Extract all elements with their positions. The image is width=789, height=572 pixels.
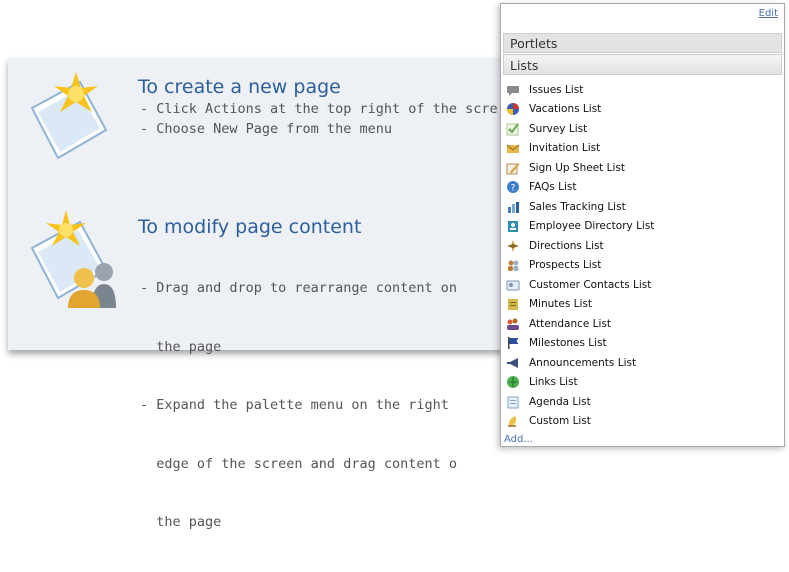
list-item[interactable]: Agenda List bbox=[506, 392, 654, 412]
list-item[interactable]: Attendance List bbox=[506, 314, 654, 334]
list-item-label: Vacations List bbox=[529, 103, 602, 116]
list-item[interactable]: Custom List bbox=[506, 412, 654, 432]
compass-icon bbox=[506, 239, 520, 253]
chart-icon bbox=[506, 200, 520, 214]
palette-panel: Edit Portlets Lists Issues List Vacations… bbox=[500, 3, 785, 447]
modify-step: the page bbox=[140, 338, 222, 355]
list-item[interactable]: Sign Up Sheet List bbox=[506, 158, 654, 178]
list-item[interactable]: Survey List bbox=[506, 119, 654, 139]
flag-icon bbox=[506, 336, 520, 350]
create-step: - Click Actions at the top right of the … bbox=[140, 101, 498, 117]
list-item-label: Customer Contacts List bbox=[529, 278, 652, 291]
list-item-label: Survey List bbox=[529, 122, 588, 135]
lists-header[interactable]: Lists bbox=[503, 54, 782, 75]
list-item-label: Prospects List bbox=[529, 259, 602, 272]
list-item-label: Minutes List bbox=[529, 298, 593, 311]
create-page-steps: - Click Actions at the top right of the … bbox=[140, 100, 498, 139]
create-step: - Choose New Page from the menu bbox=[140, 120, 392, 137]
list-item-label: Issues List bbox=[529, 83, 584, 96]
list-item[interactable]: Invitation List bbox=[506, 139, 654, 159]
lists-list: Issues List Vacations List Survey List Invi… bbox=[506, 80, 654, 431]
list-item[interactable]: Prospects List bbox=[506, 256, 654, 276]
list-item[interactable]: Issues List bbox=[506, 80, 654, 100]
list-item-label: Employee Directory List bbox=[529, 220, 655, 233]
list-item[interactable]: Vacations List bbox=[506, 100, 654, 120]
pencil-sheet-icon bbox=[506, 161, 520, 175]
megaphone-icon bbox=[506, 356, 520, 370]
envelope-icon bbox=[506, 141, 520, 155]
agenda-icon bbox=[506, 395, 520, 409]
beach-ball-icon bbox=[506, 102, 520, 116]
modify-step: - Drag and drop to rearrange content on bbox=[140, 280, 457, 296]
new-page-icon bbox=[18, 68, 118, 168]
list-item-label: Announcements List bbox=[529, 356, 637, 369]
modify-step: - Expand the palette menu on the right bbox=[140, 397, 449, 413]
list-item-label: FAQs List bbox=[529, 181, 577, 194]
list-item[interactable]: Minutes List bbox=[506, 295, 654, 315]
question-globe-icon: ? bbox=[506, 180, 520, 194]
speech-bubble-icon bbox=[506, 83, 520, 97]
list-item-label: Agenda List bbox=[529, 395, 591, 408]
list-item-label: Invitation List bbox=[529, 142, 601, 155]
modify-page-title: To modify page content bbox=[138, 216, 362, 238]
edit-link[interactable]: Edit bbox=[759, 8, 778, 19]
modify-content-icon bbox=[18, 208, 118, 308]
notepad-icon bbox=[506, 297, 520, 311]
list-item[interactable]: Links List bbox=[506, 373, 654, 393]
link-globe-icon bbox=[506, 375, 520, 389]
contact-card-icon bbox=[506, 278, 520, 292]
add-link[interactable]: Add... bbox=[504, 434, 533, 445]
list-item[interactable]: ? FAQs List bbox=[506, 178, 654, 198]
directory-icon bbox=[506, 219, 520, 233]
list-item[interactable]: Milestones List bbox=[506, 334, 654, 354]
list-item[interactable]: Sales Tracking List bbox=[506, 197, 654, 217]
custom-list-icon bbox=[506, 414, 520, 428]
modify-step: the page bbox=[140, 514, 222, 530]
modify-page-steps: - Drag and drop to rearrange content on … bbox=[140, 240, 457, 572]
create-page-title: To create a new page bbox=[138, 76, 341, 98]
list-item-label: Attendance List bbox=[529, 317, 612, 330]
list-item-label: Milestones List bbox=[529, 337, 607, 350]
checkmark-icon bbox=[506, 122, 520, 136]
svg-text:?: ? bbox=[511, 184, 516, 194]
list-item-label: Sales Tracking List bbox=[529, 200, 626, 213]
portlets-header[interactable]: Portlets bbox=[503, 33, 782, 53]
group-icon bbox=[506, 317, 520, 331]
list-item[interactable]: Employee Directory List bbox=[506, 217, 654, 237]
list-item-label: Sign Up Sheet List bbox=[529, 161, 625, 174]
help-card: To create a new page - Click Actions at … bbox=[8, 58, 528, 530]
modify-step: edge of the screen and drag content o bbox=[140, 455, 457, 472]
list-item-label: Links List bbox=[529, 376, 578, 389]
list-item[interactable]: Announcements List bbox=[506, 353, 654, 373]
list-item[interactable]: Customer Contacts List bbox=[506, 275, 654, 295]
list-item-label: Custom List bbox=[529, 415, 591, 428]
list-item-label: Directions List bbox=[529, 239, 604, 252]
people-icon bbox=[506, 258, 520, 272]
list-item[interactable]: Directions List bbox=[506, 236, 654, 256]
